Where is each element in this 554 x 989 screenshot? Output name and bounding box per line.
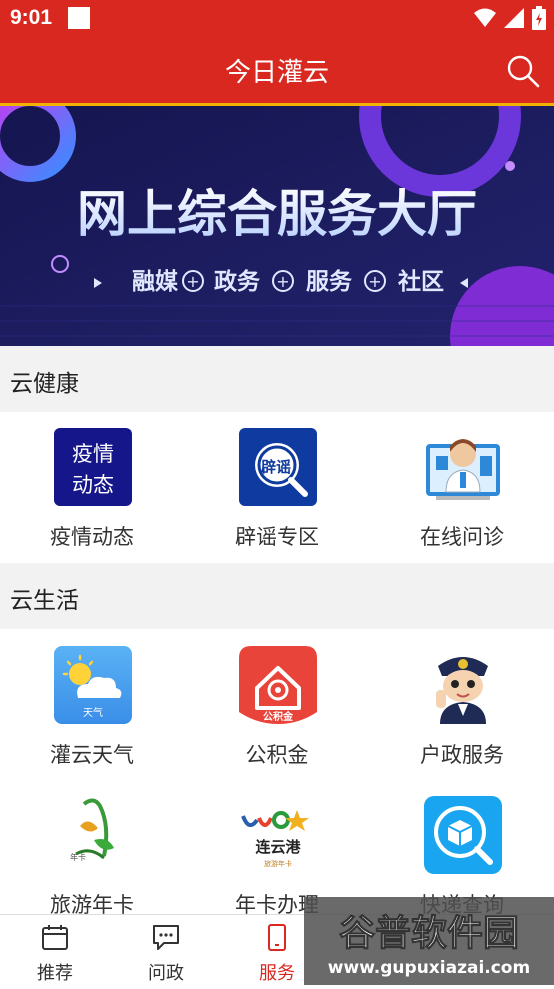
lianyungang-logo: 连云港 旅游年卡	[239, 796, 317, 874]
svg-text:辟谣: 辟谣	[261, 458, 291, 476]
express-query-icon	[424, 796, 502, 874]
nav-label: 问政	[148, 963, 184, 984]
service-label: 公积金	[245, 743, 309, 767]
doctor-icon	[424, 428, 502, 506]
wifi-icon	[474, 8, 496, 27]
svg-text:动态: 动态	[72, 473, 114, 497]
service-epidemic-news[interactable]: 疫情 动态 疫情动态	[0, 414, 184, 564]
phone-icon	[268, 924, 286, 951]
service-label: 灌云天气	[50, 743, 134, 767]
section-header-health: 云健康	[0, 346, 554, 412]
svg-text:+: +	[186, 272, 199, 291]
banner-tag: 融媒	[132, 268, 179, 295]
watermark: 谷普软件园 www.gupuxiazai.com	[304, 897, 554, 985]
battery-icon	[532, 6, 546, 30]
nav-item-recommend[interactable]: 推荐	[0, 915, 110, 986]
service-label: 疫情动态	[50, 525, 134, 549]
banner-tag: 政务	[214, 269, 261, 295]
banner-headline: 网上综合服务大厅	[77, 185, 477, 243]
app-header: 今日灌云	[0, 38, 554, 106]
service-label: 辟谣专区	[235, 525, 319, 549]
svg-text:旅游年卡: 旅游年卡	[264, 859, 292, 868]
service-household[interactable]: 户政服务	[370, 632, 554, 782]
svg-text:天气: 天气	[83, 706, 103, 719]
status-bar: 9:01	[0, 0, 554, 38]
banner-graphic: 网上综合服务大厅 融媒 + 政务 + 服务 + 社区	[0, 106, 554, 346]
weather-icon: 天气	[54, 646, 132, 724]
nav-label: 推荐	[37, 963, 73, 984]
svg-text:+: +	[368, 272, 381, 291]
travel-card-logo: 年卡	[54, 796, 132, 874]
status-icons	[474, 6, 546, 30]
police-officer-icon	[424, 646, 502, 724]
epidemic-news-icon: 疫情 动态	[54, 428, 132, 506]
section-title: 云健康	[10, 371, 79, 397]
service-label: 在线问诊	[420, 525, 504, 549]
svg-text:+: +	[276, 272, 289, 291]
svg-text:公积金: 公积金	[263, 710, 294, 723]
housing-fund-icon: 公积金	[239, 646, 317, 724]
nav-item-inquiry[interactable]: 问政	[111, 915, 221, 986]
svg-text:疫情: 疫情	[72, 442, 114, 466]
service-housing-fund[interactable]: 公积金 公积金	[185, 632, 369, 782]
service-weather[interactable]: 天气 灌云天气	[0, 632, 184, 782]
notification-icon	[68, 7, 90, 29]
signal-icon	[504, 8, 524, 28]
svg-text:连云港: 连云港	[255, 838, 301, 856]
watermark-title: 谷普软件园	[339, 913, 519, 954]
search-icon[interactable]	[506, 54, 540, 88]
section-title: 云生活	[10, 588, 79, 614]
service-travel-card[interactable]: 年卡 旅游年卡	[0, 782, 184, 932]
rumor-zone-icon: 辟谣	[239, 428, 317, 506]
calendar-icon	[42, 925, 68, 950]
watermark-url: www.gupuxiazai.com	[328, 958, 530, 978]
status-time: 9:01	[10, 6, 53, 29]
banner[interactable]: 网上综合服务大厅 融媒 + 政务 + 服务 + 社区	[0, 106, 554, 346]
page-title: 今日灌云	[224, 58, 329, 88]
service-rumor-zone[interactable]: 辟谣 辟谣专区	[185, 414, 369, 564]
banner-tag: 社区	[398, 268, 444, 295]
section-header-life: 云生活	[0, 563, 554, 629]
svg-text:年卡: 年卡	[70, 852, 86, 862]
service-online-consult[interactable]: 在线问诊	[370, 414, 554, 564]
banner-tag: 服务	[306, 269, 353, 295]
chat-bubble-icon	[153, 925, 179, 950]
service-label: 户政服务	[420, 743, 504, 767]
